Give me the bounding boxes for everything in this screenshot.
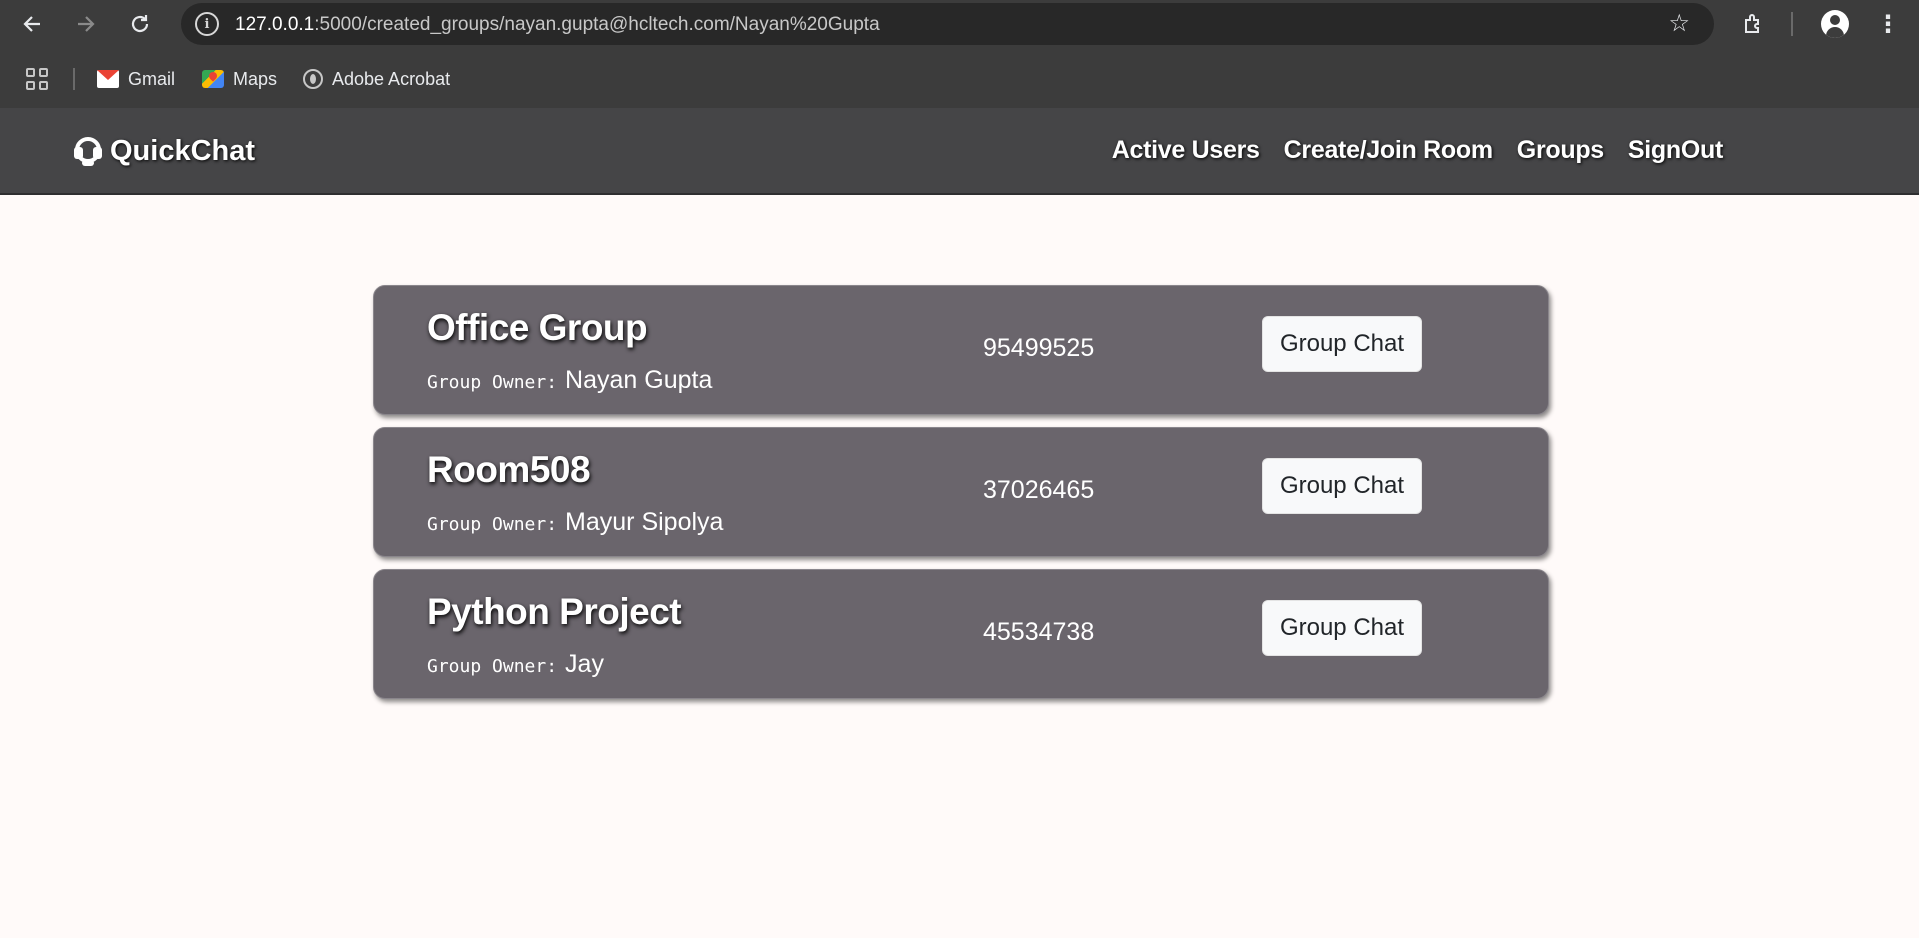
group-name: Room508 [427,449,591,490]
app-navbar: QuickChat Active Users Create/Join Room … [0,108,1919,195]
group-owner: Group Owner: Jay [427,650,604,679]
profile-avatar-icon[interactable] [1819,8,1851,40]
group-chat-button[interactable]: Group Chat [1262,458,1422,514]
nav-link-signout[interactable]: SignOut [1628,136,1723,165]
brand-logo[interactable]: QuickChat [72,134,255,168]
site-info-icon[interactable]: i [195,12,219,36]
apps-grid-icon[interactable] [26,68,48,90]
group-card: Room508 Group Owner: Mayur Sipolya 37026… [373,427,1549,557]
address-bar[interactable]: i 127.0.0.1:5000/created_groups/nayan.gu… [181,3,1714,45]
group-code: 37026465 [983,476,1095,504]
nav-link-create-join-room[interactable]: Create/Join Room [1284,136,1493,165]
group-code: 45534738 [983,618,1095,646]
group-chat-button[interactable]: Group Chat [1262,316,1422,372]
forward-icon[interactable] [70,8,102,40]
group-card: Office Group Group Owner: Nayan Gupta 95… [373,285,1549,415]
maps-icon [202,70,224,88]
group-owner-label: Group Owner: [427,656,558,677]
bookmark-gmail[interactable]: Gmail [97,66,175,92]
back-icon[interactable] [16,8,48,40]
group-owner-label: Group Owner: [427,514,558,535]
group-owner-name: Jay [565,650,604,678]
bookmark-adobe-acrobat[interactable]: Adobe Acrobat [303,66,450,92]
url-text[interactable]: 127.0.0.1:5000/created_groups/nayan.gupt… [235,14,880,36]
bookmarks-divider [73,68,75,90]
group-owner: Group Owner: Mayur Sipolya [427,508,723,537]
nav-link-active-users[interactable]: Active Users [1112,136,1260,165]
group-name: Office Group [427,307,648,348]
group-owner-name: Mayur Sipolya [565,508,724,536]
group-name: Python Project [427,591,682,632]
nav-menu: Active Users Create/Join Room Groups Sig… [1112,136,1724,165]
group-owner-name: Nayan Gupta [565,366,713,394]
group-card: Python Project Group Owner: Jay 45534738… [373,569,1549,699]
headset-icon [72,135,104,167]
toolbar-divider [1791,12,1793,36]
group-chat-button[interactable]: Group Chat [1262,600,1422,656]
reload-icon[interactable] [124,8,156,40]
group-code: 95499525 [983,334,1095,362]
group-owner: Group Owner: Nayan Gupta [427,366,712,395]
bookmark-star-icon[interactable]: ☆ [1668,9,1690,38]
browser-toolbar: i 127.0.0.1:5000/created_groups/nayan.gu… [0,0,1919,48]
group-list: Office Group Group Owner: Nayan Gupta 95… [373,285,1549,711]
gmail-icon [97,70,119,88]
more-options-icon[interactable]: ⋮ [1872,8,1904,40]
nav-link-groups[interactable]: Groups [1517,136,1604,165]
globe-icon [303,69,323,89]
bookmarks-bar: Gmail Maps Adobe Acrobat [0,48,1919,108]
group-owner-label: Group Owner: [427,372,558,393]
bookmark-maps[interactable]: Maps [202,66,277,92]
extensions-icon[interactable] [1738,8,1770,40]
